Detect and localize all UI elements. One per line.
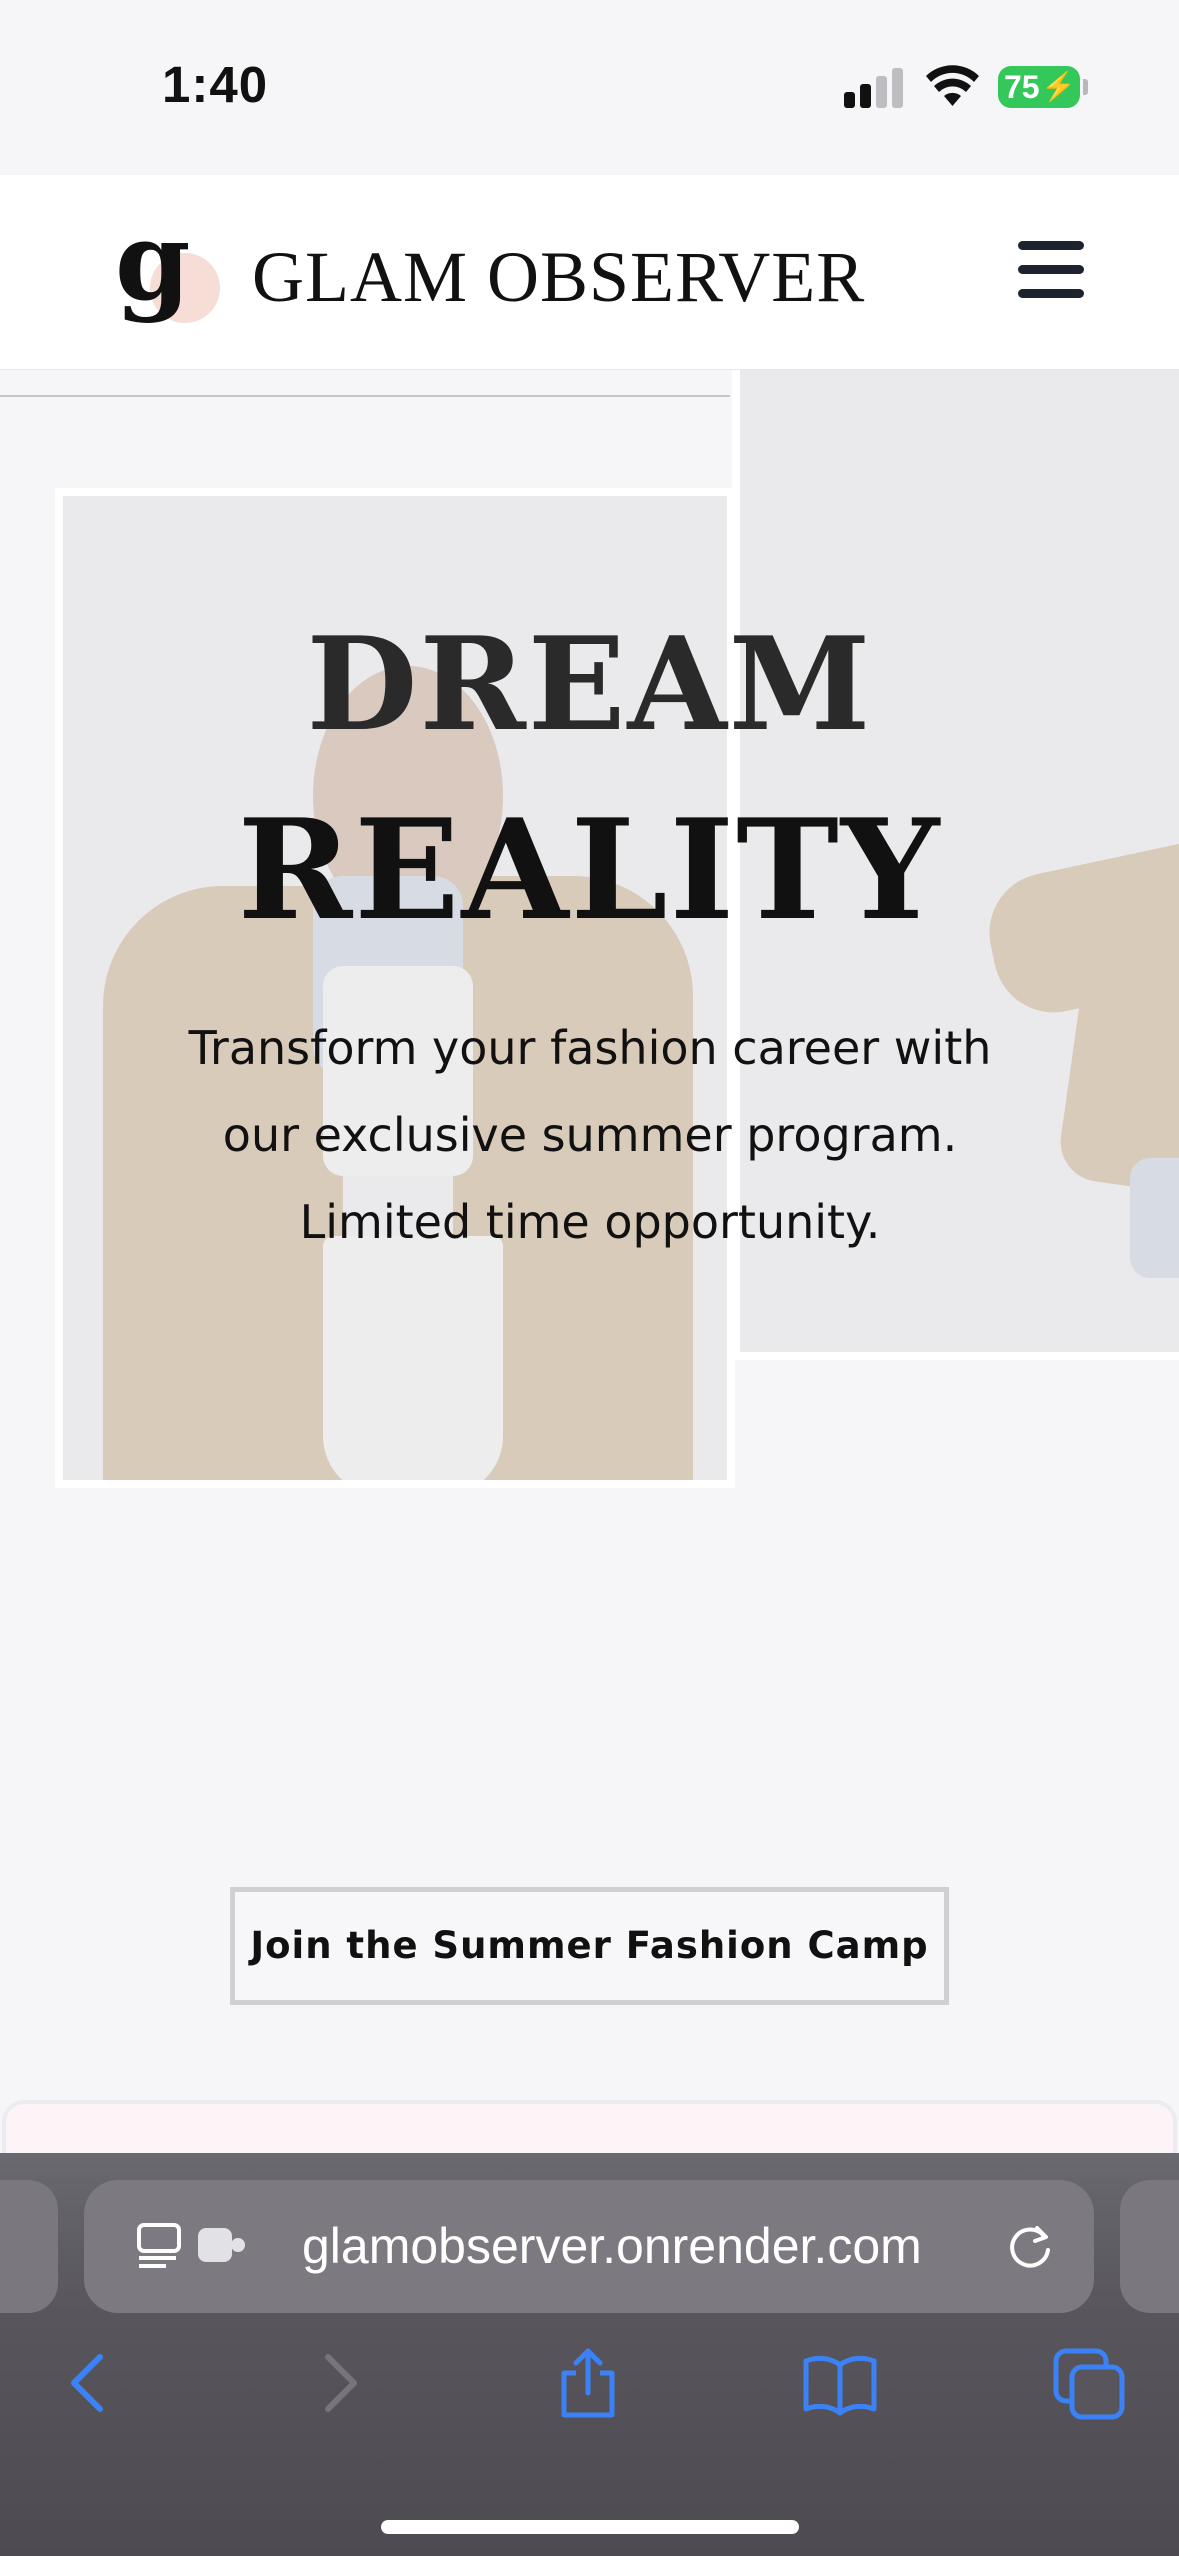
site-header: g GLAM OBSERVER xyxy=(0,175,1179,370)
hero-title-line1: DREAM xyxy=(306,610,873,760)
extension-icon[interactable] xyxy=(196,2224,246,2266)
browser-toolbar: glamobserver.onrender.com xyxy=(0,2153,1179,2556)
hero-title-line2: REALITY xyxy=(237,788,942,951)
previous-tab-peek[interactable] xyxy=(0,2180,58,2313)
status-time: 1:40 xyxy=(162,56,269,113)
logo[interactable]: g xyxy=(115,207,220,325)
hero-subtitle-line: Limited time opportunity. xyxy=(299,1195,881,1249)
charging-bolt-icon: ⚡ xyxy=(1041,71,1076,102)
menu-icon[interactable] xyxy=(1018,241,1084,299)
hero-section: DREAM REALITY Transform your fashion car… xyxy=(0,370,1179,1520)
battery-level: 75 xyxy=(1004,69,1040,105)
url-text[interactable]: glamobserver.onrender.com xyxy=(302,2216,922,2276)
tabs-icon[interactable] xyxy=(1050,2343,1130,2423)
signal-icon xyxy=(844,68,904,108)
logo-letter: g xyxy=(115,199,191,325)
wifi-icon xyxy=(926,65,979,106)
status-bar: 1:40 75 ⚡ xyxy=(0,0,1179,175)
join-camp-button[interactable]: Join the Summer Fashion Camp xyxy=(230,1887,949,2005)
home-indicator[interactable] xyxy=(381,2520,799,2534)
bookmarks-icon[interactable] xyxy=(800,2343,880,2423)
hero-subtitle-line: Transform your fashion career with xyxy=(188,1021,992,1075)
reload-icon[interactable] xyxy=(1004,2220,1056,2272)
brand-name[interactable]: GLAM OBSERVER xyxy=(252,237,865,317)
page-settings-icon[interactable] xyxy=(136,2220,186,2270)
next-tab-peek[interactable] xyxy=(1120,2180,1179,2313)
hero-subtitle: Transform your fashion career with our e… xyxy=(140,1005,1040,1266)
back-icon[interactable] xyxy=(48,2343,128,2423)
hero-subtitle-line: our exclusive summer program. xyxy=(222,1108,958,1162)
divider-top xyxy=(0,395,730,397)
battery-icon: 75 ⚡ xyxy=(998,66,1088,108)
forward-icon[interactable] xyxy=(300,2343,380,2423)
address-bar[interactable]: glamobserver.onrender.com xyxy=(84,2180,1094,2313)
share-icon[interactable] xyxy=(548,2343,628,2423)
